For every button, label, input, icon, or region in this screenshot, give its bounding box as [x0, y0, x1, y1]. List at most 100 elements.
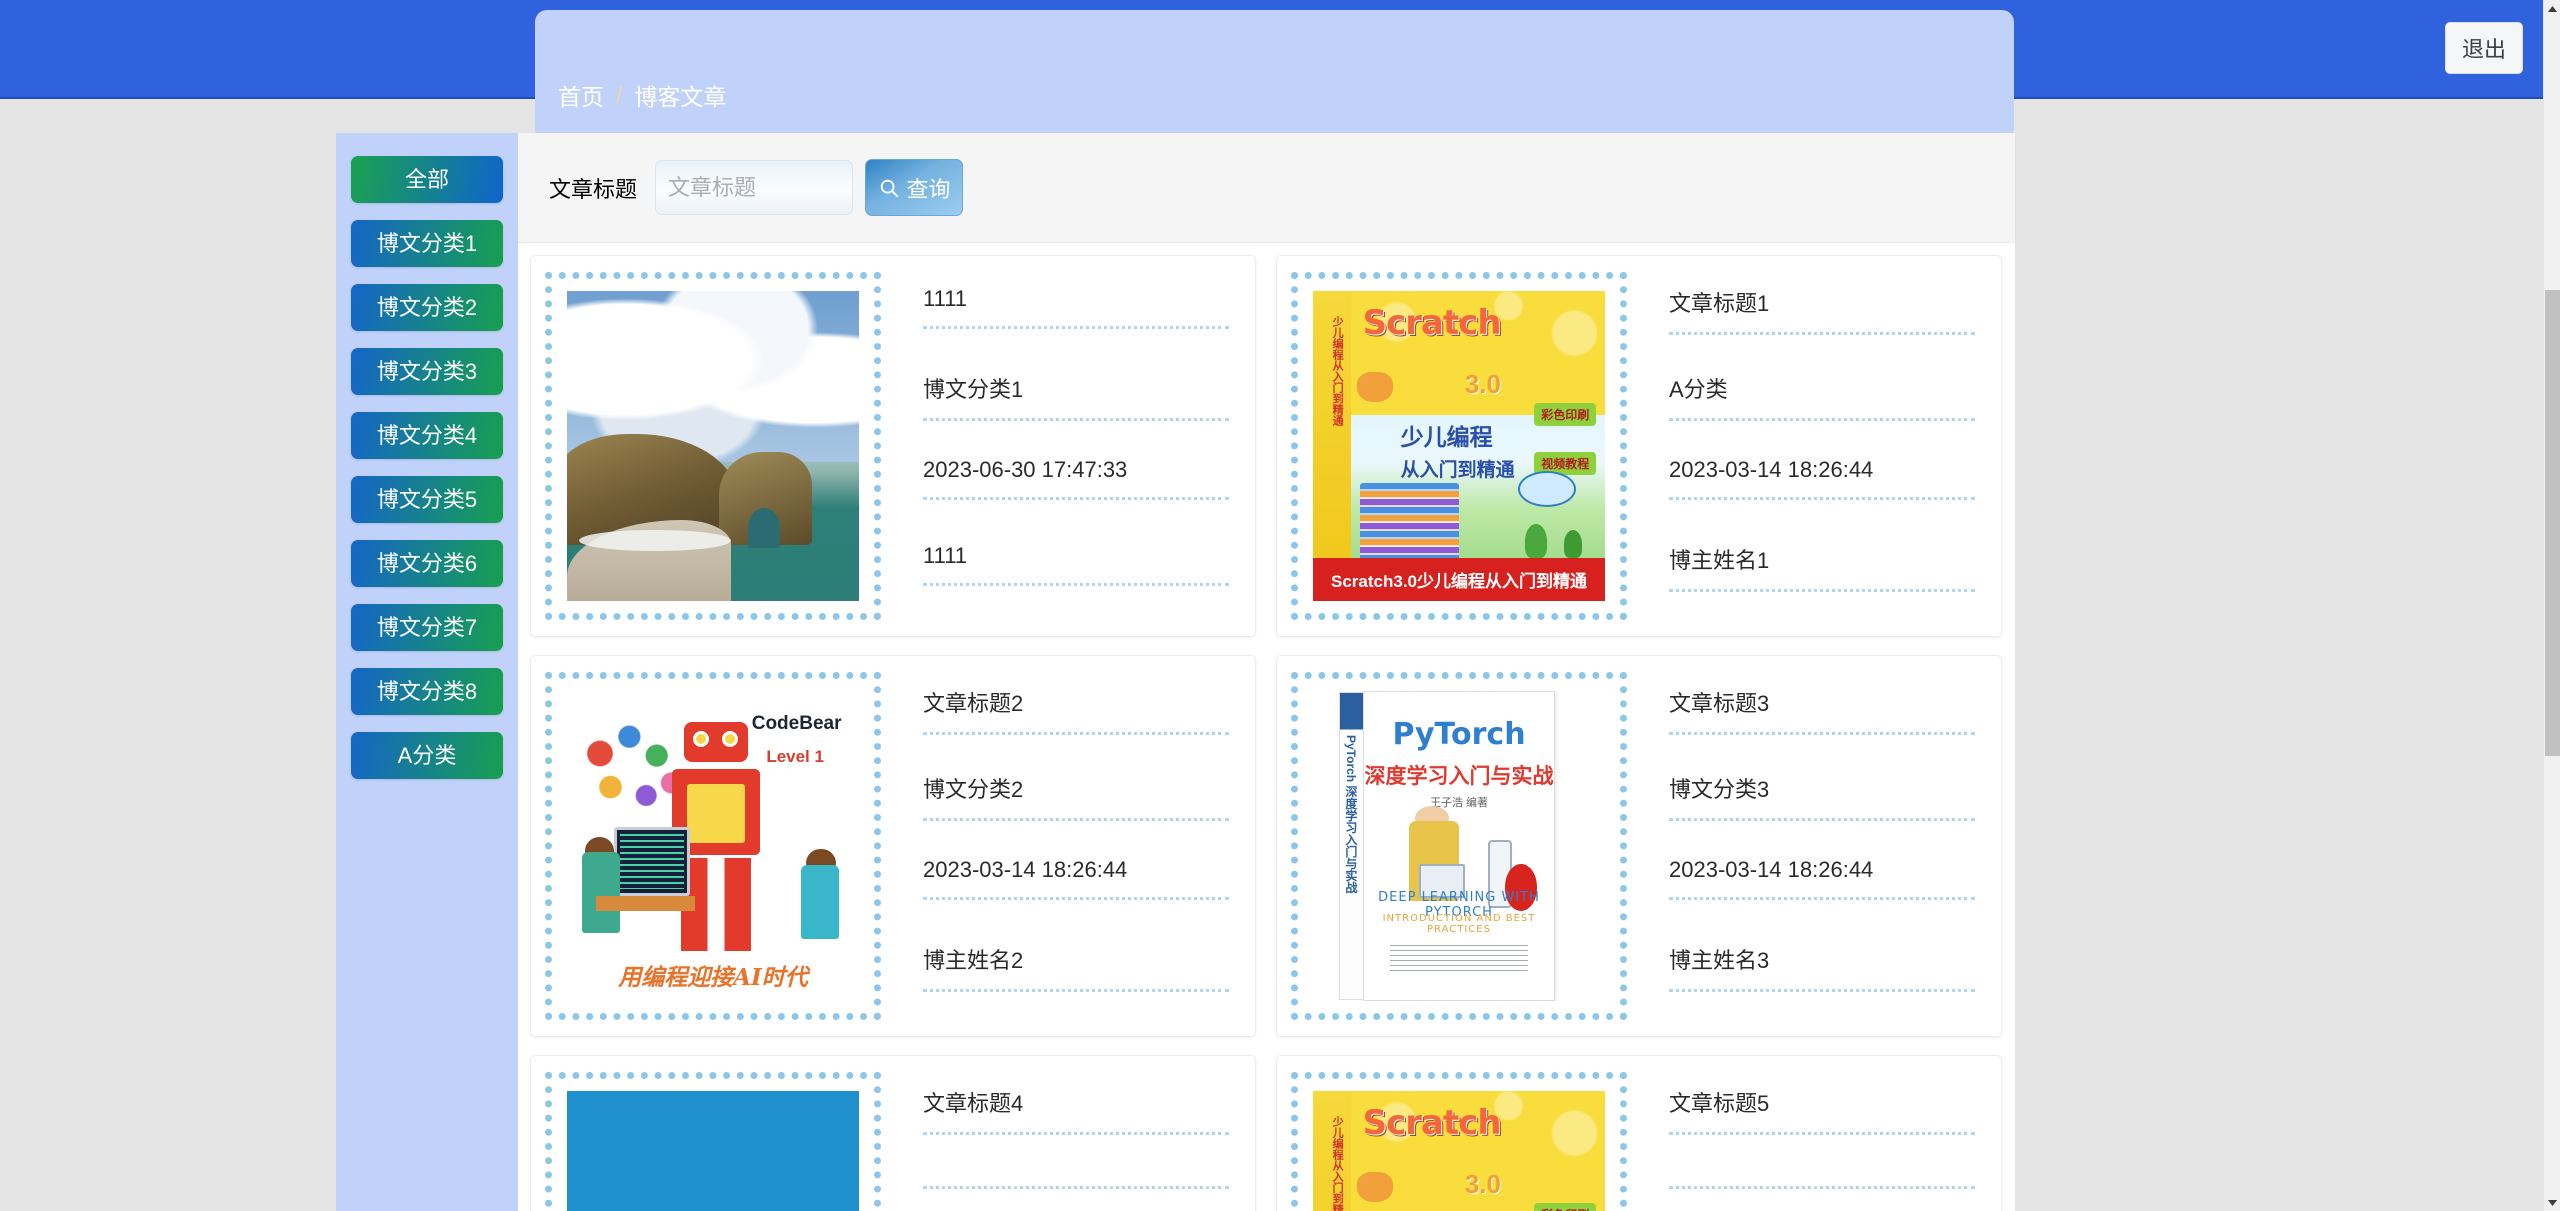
breadcrumb-separator: / — [616, 82, 622, 109]
article-thumbnail-frame: PyTorch 深度学习入门与实战 PyTorch 深度学习入门与实战 王子浩 … — [1291, 672, 1627, 1020]
meta-divider — [923, 497, 1229, 500]
article-meta: 文章标题1 A分类 2023-03-14 18:26:44 博主姓名1 — [1627, 272, 1987, 620]
article-thumbnail-frame: 少儿编程从入门到精通 Scratch 3.0 少儿编程 从入门到精通 彩色印刷 … — [1291, 272, 1627, 620]
chevron-down-icon — [2548, 1194, 2557, 1211]
thumb-spine-text: 少儿编程从入门到精通 — [1319, 1116, 1345, 1211]
breadcrumb-bar: 首页 / 博客文章 — [535, 10, 2014, 142]
article-title: 文章标题2 — [923, 678, 1229, 718]
article-grid: 1111 博文分类1 2023-06-30 17:47:33 1111 少儿编程… — [518, 243, 2015, 1211]
article-datetime: 2023-03-14 18:26:44 — [923, 849, 1229, 883]
article-category — [923, 1164, 1229, 1172]
thumb-version-text: 3.0 — [1465, 1169, 1501, 1200]
article-card[interactable]: CodeBear Level 1 用编程迎接AI时代 — [530, 655, 1256, 1037]
meta-divider — [1669, 897, 1975, 900]
meta-divider — [1669, 818, 1975, 821]
thumb-brand-text: Scratch — [1363, 303, 1501, 343]
search-button-label: 查询 — [907, 172, 951, 204]
thumb-line1-text: 少儿编程 — [1401, 418, 1493, 452]
breadcrumb-item-articles[interactable]: 博客文章 — [634, 78, 726, 112]
sidebar-item-category-4[interactable]: 博文分类4 — [351, 412, 503, 459]
article-thumbnail-pytorch-book-cover: PyTorch 深度学习入门与实战 PyTorch 深度学习入门与实战 王子浩 … — [1313, 691, 1605, 1001]
meta-divider — [923, 583, 1229, 586]
article-category: 博文分类3 — [1669, 764, 1975, 804]
chevron-up-icon — [2548, 0, 2557, 18]
article-datetime: 2023-03-14 18:26:44 — [1669, 849, 1975, 883]
sidebar-item-category-3[interactable]: 博文分类3 — [351, 348, 503, 395]
article-meta: 1111 博文分类1 2023-06-30 17:47:33 1111 — [881, 272, 1241, 620]
search-button[interactable]: 查询 — [865, 159, 963, 216]
meta-divider — [1669, 1132, 1975, 1135]
meta-divider — [923, 818, 1229, 821]
sidebar-item-category-6[interactable]: 博文分类6 — [351, 540, 503, 587]
meta-divider — [923, 989, 1229, 992]
article-category: A分类 — [1669, 364, 1975, 404]
scroll-thumb[interactable] — [2545, 290, 2560, 756]
article-card[interactable]: PyTorch 深度学习入门与实战 PyTorch 深度学习入门与实战 王子浩 … — [1276, 655, 2002, 1037]
search-panel: 文章标题 查询 — [518, 133, 2015, 242]
sidebar-item-category-8[interactable]: 博文分类8 — [351, 668, 503, 715]
article-datetime: 2023-06-30 17:47:33 — [923, 449, 1229, 483]
article-title: 文章标题1 — [1669, 278, 1975, 318]
article-thumbnail-frame — [545, 1072, 881, 1211]
thumb-en2-text: INTRODUCTION AND BEST PRACTICES — [1364, 913, 1555, 935]
article-card[interactable]: 少儿编程从入门到精通 Scratch 3.0 少儿编程 从入门到精通 彩色印刷 … — [1276, 255, 2002, 637]
sidebar-item-all[interactable]: 全部 — [351, 156, 503, 203]
meta-divider — [1669, 418, 1975, 421]
article-meta: 文章标题4 — [881, 1072, 1241, 1211]
article-thumbnail-frame: CodeBear Level 1 用编程迎接AI时代 — [545, 672, 881, 1020]
search-input[interactable] — [655, 160, 853, 215]
sidebar-item-category-5[interactable]: 博文分类5 — [351, 476, 503, 523]
article-title: 文章标题3 — [1669, 678, 1975, 718]
sidebar-item-category-1[interactable]: 博文分类1 — [351, 220, 503, 267]
article-card[interactable]: 少儿编程从入门到精通 Scratch 3.0 少儿编程 从入门到精通 彩色印刷 … — [1276, 1055, 2002, 1211]
thumb-slogan-text: 用编程迎接AI时代 — [567, 958, 859, 992]
meta-divider — [923, 732, 1229, 735]
article-meta: 文章标题5 — [1627, 1072, 1987, 1211]
breadcrumb: 首页 / 博客文章 — [558, 78, 726, 112]
meta-divider — [1669, 589, 1975, 592]
thumb-brand-text: CodeBear — [752, 713, 842, 735]
scroll-down-button[interactable] — [2544, 1194, 2560, 1211]
article-card[interactable]: 1111 博文分类1 2023-06-30 17:47:33 1111 — [530, 255, 1256, 637]
page-root: 首页 / 博客文章 个人博客网站 退出 全部 博文分类1 博文分类2 博文分类3… — [0, 0, 2560, 1211]
article-thumbnail-codebear-robot-poster: CodeBear Level 1 用编程迎接AI时代 — [567, 691, 859, 1001]
breadcrumb-item-home[interactable]: 首页 — [558, 78, 604, 112]
thumb-tag1-text: 彩色印刷 — [1534, 1203, 1596, 1211]
page-scrollbar[interactable] — [2543, 0, 2560, 1211]
thumb-spine-text: PyTorch 深度学习入门与实战 — [1343, 735, 1360, 932]
article-category — [1669, 1164, 1975, 1172]
article-thumbnail-blue-placeholder — [567, 1091, 859, 1211]
sidebar-item-category-a[interactable]: A分类 — [351, 732, 503, 779]
meta-divider — [923, 326, 1229, 329]
article-author: 博主姓名2 — [923, 935, 1229, 975]
article-card[interactable]: 文章标题4 — [530, 1055, 1256, 1211]
article-author: 博主姓名1 — [1669, 535, 1975, 575]
meta-divider — [923, 897, 1229, 900]
thumb-brand-text: Scratch — [1363, 1103, 1501, 1143]
article-meta: 文章标题2 博文分类2 2023-03-14 18:26:44 博主姓名2 — [881, 672, 1241, 1020]
article-title: 1111 — [923, 278, 1229, 312]
search-label: 文章标题 — [549, 172, 637, 204]
thumb-line2-text: 从入门到精通 — [1401, 455, 1515, 482]
article-category: 博文分类2 — [923, 764, 1229, 804]
article-category: 博文分类1 — [923, 364, 1229, 404]
article-meta: 文章标题3 博文分类3 2023-03-14 18:26:44 博主姓名3 — [1627, 672, 1987, 1020]
article-title: 文章标题4 — [923, 1078, 1229, 1118]
meta-divider — [1669, 332, 1975, 335]
article-thumbnail-frame — [545, 272, 881, 620]
meta-divider — [1669, 989, 1975, 992]
sidebar-item-category-2[interactable]: 博文分类2 — [351, 284, 503, 331]
thumb-band-text: Scratch3.0少儿编程从入门到精通 — [1313, 558, 1605, 601]
sidebar-item-category-7[interactable]: 博文分类7 — [351, 604, 503, 651]
logout-button[interactable]: 退出 — [2445, 22, 2523, 74]
articles-column: 文章标题 查询 — [518, 133, 2015, 1211]
article-title: 文章标题5 — [1669, 1078, 1975, 1118]
scroll-up-button[interactable] — [2544, 0, 2560, 17]
article-author: 1111 — [923, 535, 1229, 569]
article-thumbnail-scratch-book-cover: 少儿编程从入门到精通 Scratch 3.0 少儿编程 从入门到精通 彩色印刷 … — [1313, 1091, 1605, 1211]
thumb-level-text: Level 1 — [766, 747, 824, 767]
article-datetime: 2023-03-14 18:26:44 — [1669, 449, 1975, 483]
thumb-author-text: 王子浩 编著 — [1364, 794, 1555, 810]
meta-divider — [1669, 1186, 1975, 1189]
meta-divider — [923, 418, 1229, 421]
